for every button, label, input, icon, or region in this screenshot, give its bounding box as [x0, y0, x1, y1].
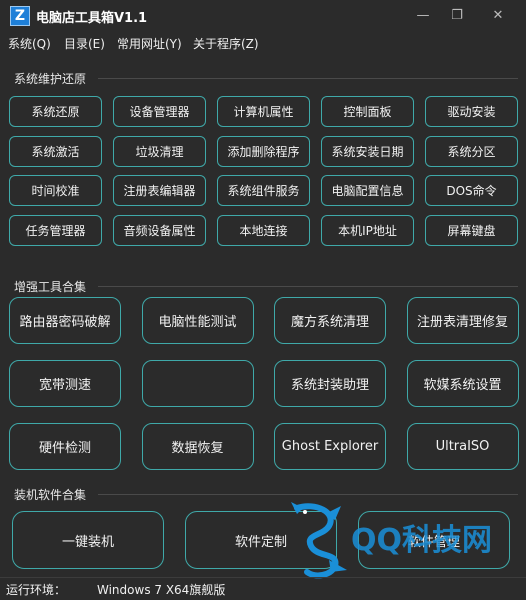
maintenance-button-3[interactable]: 控制面板: [321, 96, 414, 127]
group-divider: [98, 286, 518, 287]
maintenance-button-0[interactable]: 系统还原: [9, 96, 102, 127]
minimize-button[interactable]: —: [413, 6, 433, 26]
enhance-button-2[interactable]: 魔方系统清理: [274, 297, 386, 344]
watermark-text: QQ科技网: [351, 523, 492, 558]
maintenance-button-10[interactable]: 时间校准: [9, 175, 102, 206]
close-button[interactable]: ✕: [488, 6, 508, 26]
maintenance-button-16[interactable]: 音频设备属性: [113, 214, 206, 246]
menu-about[interactable]: 关于程序(Z): [193, 35, 259, 52]
maximize-button[interactable]: ❐: [447, 6, 467, 26]
group-divider: [98, 494, 518, 495]
maintenance-button-13[interactable]: 电脑配置信息: [321, 175, 414, 206]
group-label-install: 装机软件合集: [14, 488, 87, 502]
maintenance-button-8[interactable]: 系统安装日期: [321, 135, 414, 167]
watermark-logo: QQ科技网: [285, 500, 520, 580]
app-title: 电脑店工具箱V1.1: [36, 11, 148, 26]
menu-system[interactable]: 系统(Q): [8, 35, 51, 52]
menu-directory[interactable]: 目录(E): [64, 35, 105, 52]
enhance-button-6[interactable]: 系统封装助理: [274, 360, 386, 407]
maintenance-button-2[interactable]: 计算机属性: [217, 96, 310, 127]
group-label-maintenance: 系统维护还原: [14, 72, 87, 86]
enhance-button-9[interactable]: 数据恢复: [141, 423, 254, 470]
enhance-button-10[interactable]: Ghost Explorer: [274, 423, 386, 470]
maintenance-button-6[interactable]: 垃圾清理: [113, 135, 206, 167]
install-button-0[interactable]: 一键装机: [12, 511, 164, 569]
maintenance-button-11[interactable]: 注册表编辑器: [113, 175, 206, 206]
maintenance-button-17[interactable]: 本地连接: [217, 214, 310, 246]
menu-common-sites[interactable]: 常用网址(Y): [117, 35, 182, 52]
maintenance-button-18[interactable]: 本机IP地址: [321, 214, 414, 246]
enhance-button-8[interactable]: 硬件检测: [9, 423, 121, 470]
status-bar: 运行环境： Windows 7 X64旗舰版: [0, 577, 526, 600]
maintenance-button-19[interactable]: 屏幕键盘: [425, 214, 518, 246]
dragon-icon: QQ科技网: [291, 502, 492, 579]
maintenance-button-1[interactable]: 设备管理器: [113, 96, 206, 127]
title-bar: Z 电脑店工具箱V1.1 — ❐ ✕: [0, 0, 526, 32]
enhance-button-0[interactable]: 路由器密码破解: [9, 297, 121, 344]
maintenance-button-12[interactable]: 系统组件服务: [217, 175, 310, 206]
maintenance-button-9[interactable]: 系统分区: [425, 135, 518, 167]
group-label-enhance: 增强工具合集: [14, 280, 87, 294]
enhance-button-11[interactable]: UltraISO: [406, 423, 519, 470]
app-logo-icon: Z: [10, 6, 30, 26]
maintenance-button-4[interactable]: 驱动安装: [425, 96, 518, 127]
maintenance-button-15[interactable]: 任务管理器: [9, 214, 102, 246]
maintenance-button-5[interactable]: 系统激活: [9, 135, 102, 167]
status-os-value: Windows 7 X64旗舰版: [97, 583, 226, 597]
maintenance-button-7[interactable]: 添加删除程序: [217, 135, 310, 167]
maintenance-button-14[interactable]: DOS命令: [425, 175, 518, 206]
enhance-button-3[interactable]: 注册表清理修复: [406, 297, 519, 344]
enhance-button-1[interactable]: 电脑性能测试: [141, 297, 254, 344]
enhance-button-4[interactable]: 宽带测速: [9, 360, 121, 407]
status-label: 运行环境：: [6, 583, 67, 597]
menu-bar: 系统(Q) 目录(E) 常用网址(Y) 关于程序(Z): [0, 33, 526, 53]
group-divider: [98, 78, 518, 79]
enhance-button-7[interactable]: 软媒系统设置: [406, 360, 519, 407]
enhance-button-5[interactable]: [141, 360, 254, 407]
